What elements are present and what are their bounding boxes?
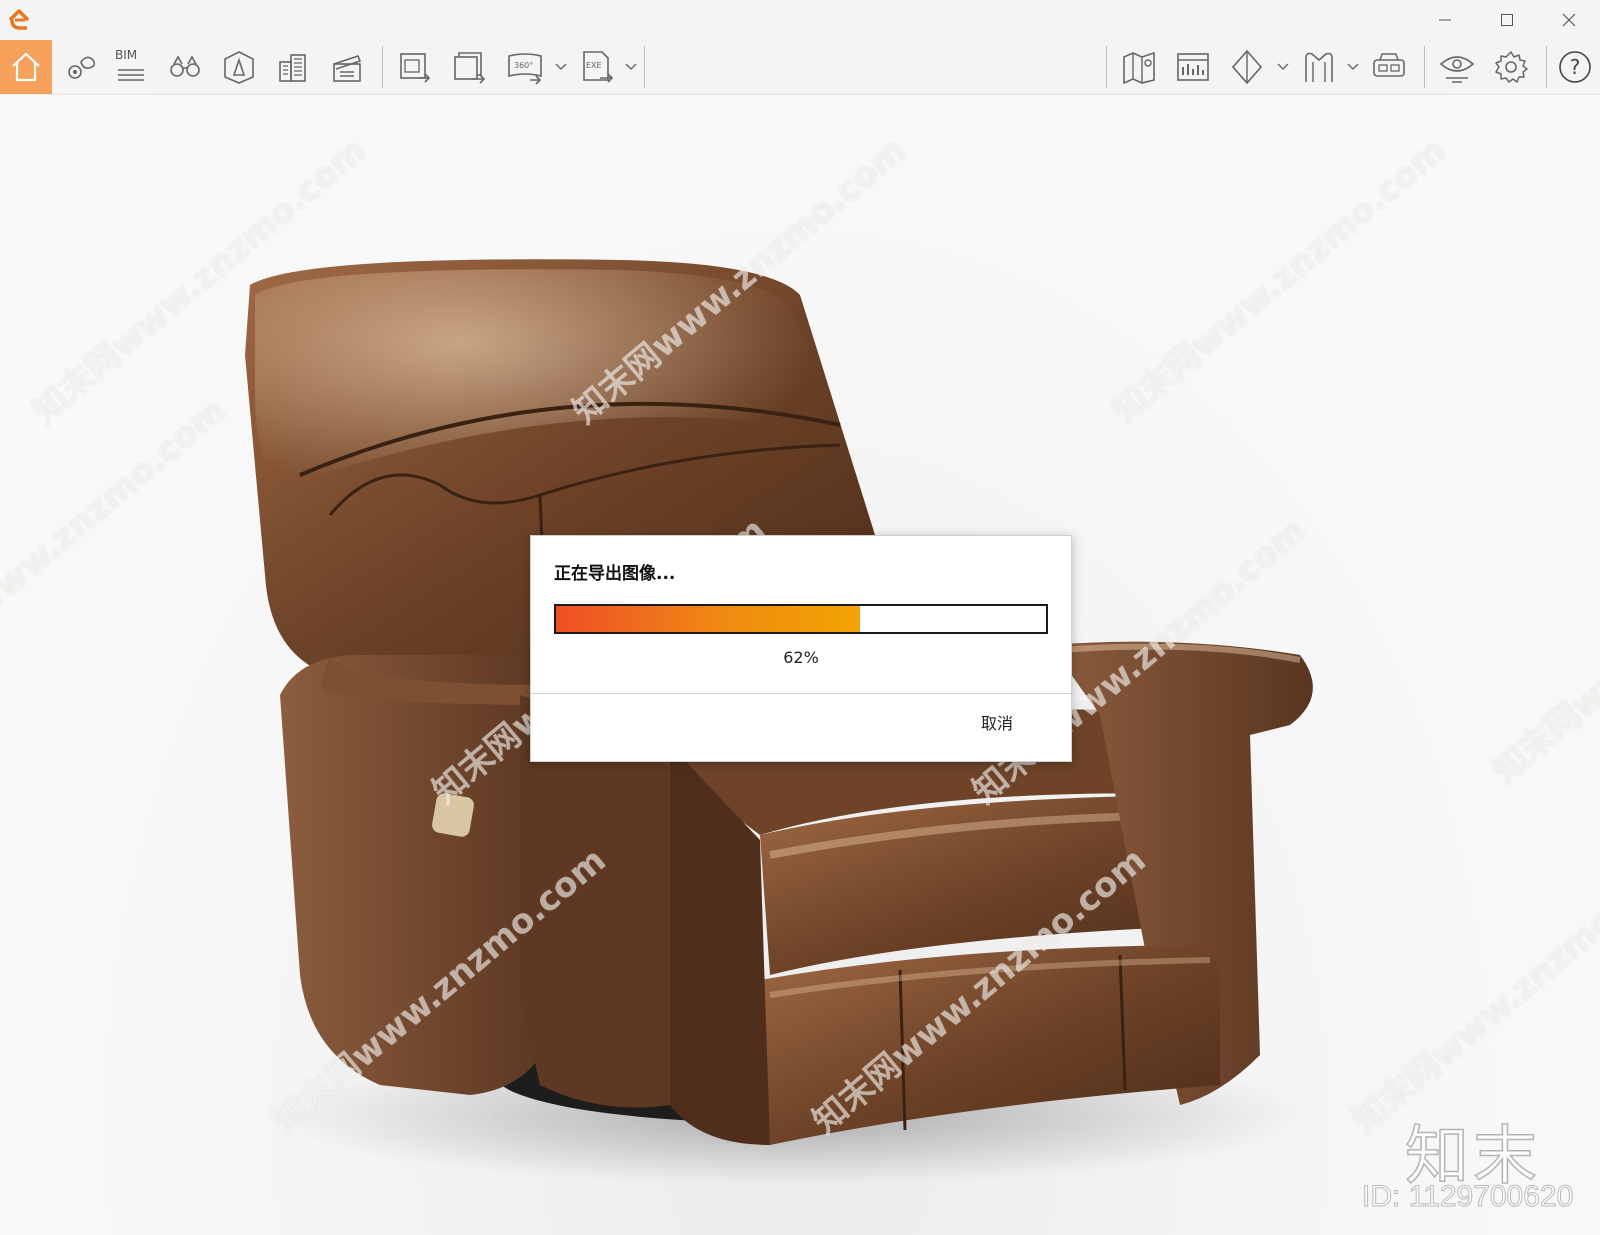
export-360-label: 360° [514, 61, 533, 70]
export-progress-dialog: 正在导出图像... 62% 取消 [530, 535, 1072, 762]
title-bar [0, 0, 1600, 40]
home-button[interactable] [0, 40, 52, 94]
progress-percent-label: 62% [783, 648, 819, 667]
toolbar-divider [1424, 46, 1425, 88]
export-image-icon [400, 53, 431, 83]
help-icon: ? [1559, 51, 1591, 83]
dashboard-icon [1177, 53, 1209, 81]
scene-view-button[interactable] [214, 42, 264, 92]
dialog-title: 正在导出图像... [554, 564, 676, 584]
export-exe-dropdown[interactable] [624, 60, 638, 74]
progress-bar [554, 604, 1048, 634]
dashboard-button[interactable] [1168, 42, 1218, 92]
export-exe-button[interactable]: EXE [572, 42, 622, 92]
export-360-button[interactable]: 360° [500, 42, 550, 92]
help-glyph: ? [1570, 55, 1581, 79]
asset-id-label: ID: 1129700620 [1361, 1180, 1574, 1214]
bim-label: BIM [115, 48, 138, 62]
walkthrough-button[interactable] [160, 42, 210, 92]
location-button[interactable] [55, 42, 105, 92]
eye-settings-icon [1439, 56, 1475, 83]
help-button[interactable]: ? [1550, 42, 1600, 92]
export-360-dropdown[interactable] [554, 60, 568, 74]
maximize-button[interactable] [1484, 4, 1530, 36]
home-icon [12, 52, 40, 82]
vr-button[interactable] [1364, 42, 1414, 92]
close-icon [1562, 13, 1576, 27]
map-icon [1123, 51, 1155, 85]
map-button[interactable] [1114, 42, 1164, 92]
buildings-button[interactable] [268, 42, 318, 92]
export-exe-label: EXE [586, 61, 602, 70]
animation-button[interactable] [322, 42, 372, 92]
section-dropdown[interactable] [1276, 60, 1290, 74]
location-pin-icon [68, 56, 96, 79]
bookmark-button[interactable] [1294, 42, 1344, 92]
buildings-icon [279, 54, 306, 82]
minimize-icon [1439, 19, 1451, 21]
chevron-down-icon [625, 63, 637, 70]
cube-face-icon [224, 51, 254, 84]
batch-export-icon [454, 52, 486, 84]
bookmark-icon [1305, 52, 1333, 82]
main-toolbar: BIM 360° EXE ? [0, 40, 1600, 129]
gear-icon [1495, 51, 1528, 83]
toolbar-divider [1106, 46, 1107, 88]
section-button[interactable] [1222, 42, 1272, 92]
chevron-down-icon [1347, 63, 1359, 70]
close-button[interactable] [1546, 4, 1592, 36]
minimize-button[interactable] [1422, 4, 1468, 36]
export-360-icon: 360° [508, 53, 542, 85]
bookmark-dropdown[interactable] [1346, 60, 1360, 74]
export-exe-icon: EXE [583, 51, 614, 83]
section-cube-icon [1231, 49, 1263, 85]
dialog-divider [531, 693, 1071, 694]
settings-button[interactable] [1486, 42, 1536, 92]
maximize-icon [1501, 14, 1513, 26]
progress-bar-fill [556, 606, 860, 632]
batch-export-button[interactable] [444, 42, 494, 92]
view-settings-button[interactable] [1432, 42, 1482, 92]
export-image-button[interactable] [390, 42, 440, 92]
toolbar-divider [644, 46, 645, 88]
toolbar-divider [1546, 46, 1547, 88]
binoculars-icon [170, 55, 200, 77]
cancel-button[interactable]: 取消 [981, 710, 1013, 734]
vr-headset-icon [1373, 53, 1405, 77]
clapperboard-icon [333, 55, 362, 82]
chevron-down-icon [1277, 63, 1289, 70]
app-logo-icon [8, 9, 30, 30]
toolbar-divider [382, 46, 383, 88]
chevron-down-icon [555, 63, 567, 70]
